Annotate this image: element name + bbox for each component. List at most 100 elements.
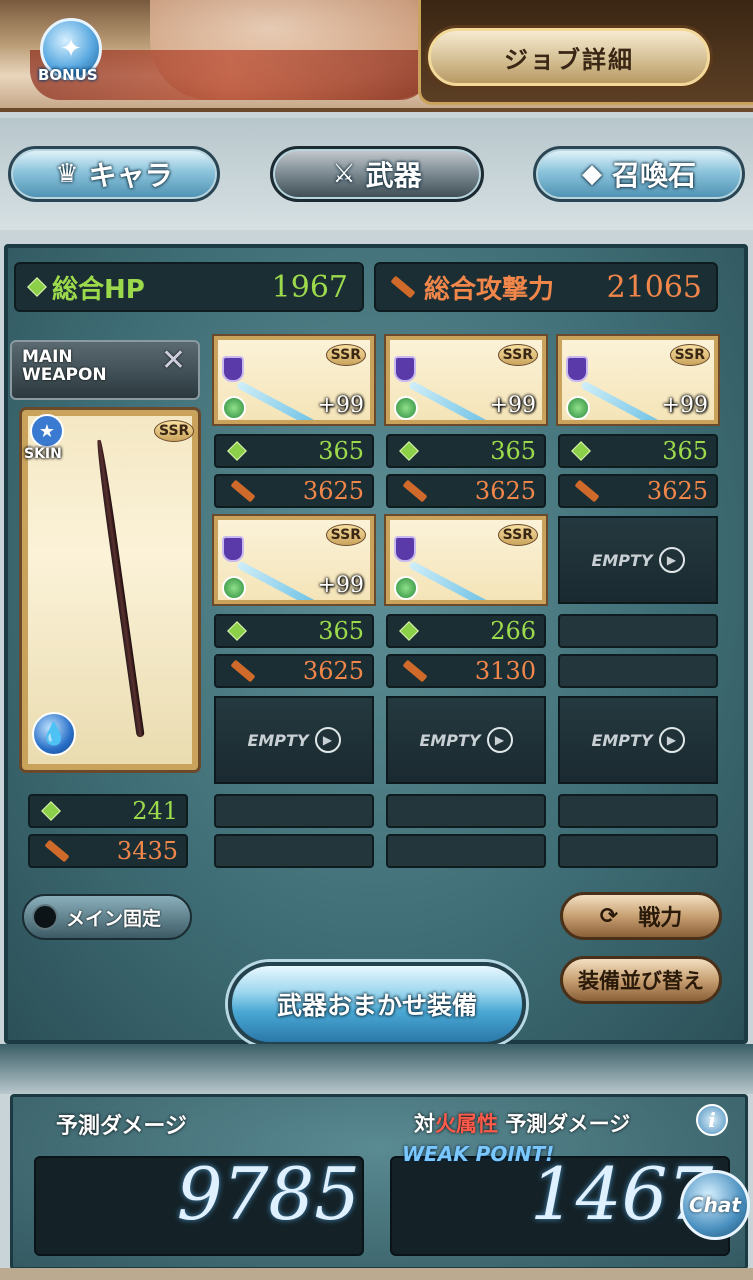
chat-button[interactable]: Chat (680, 1170, 750, 1240)
auto-equip-button[interactable]: 武器おまかせ装備 (228, 962, 526, 1046)
toggle-indicator (32, 904, 58, 930)
empty-label: EMPTY (247, 730, 309, 750)
rarity-badge: SSR (497, 524, 538, 546)
hp-gem-icon (227, 621, 247, 641)
empty-stat-row (386, 834, 546, 868)
main-weapon-hp-value: 241 (132, 797, 178, 825)
tab-summon[interactable]: ◆ 召喚石 (533, 146, 745, 202)
weapon-4-atk: 3625 (214, 654, 374, 688)
weapon-hp-value: 365 (490, 437, 536, 465)
power-label: 戦力 (638, 906, 683, 931)
info-icon[interactable]: i (696, 1104, 728, 1136)
tab-summon-label: 召喚石 (611, 159, 696, 192)
weapon-5-atk: 3130 (386, 654, 546, 688)
weapon-plus-level: +99 (317, 393, 364, 418)
atk-sword-icon (390, 275, 416, 299)
weapon-card-1[interactable]: SSR +99 (214, 336, 374, 424)
wind-element-icon (394, 576, 418, 600)
hp-gem-icon (227, 441, 247, 461)
weapon-hp-value: 365 (318, 437, 364, 465)
atk-sword-icon (402, 659, 428, 683)
bottom-edge (0, 1268, 753, 1280)
empty-label: EMPTY (591, 730, 653, 750)
water-element-icon: 💧 (32, 712, 76, 756)
empty-stat-row (214, 834, 374, 868)
tab-character-label: キャラ (88, 159, 173, 192)
weapon-4-hp: 365 (214, 614, 374, 648)
tab-weapon-label: 武器 (365, 159, 422, 192)
shield-icon (394, 536, 416, 562)
tab-weapon[interactable]: ⚔ 武器 (270, 146, 484, 202)
main-weapon-atk-value: 3435 (116, 837, 178, 865)
weapon-3-atk: 3625 (558, 474, 718, 508)
empty-weapon-slot[interactable]: EMPTY ▶ (558, 696, 718, 784)
rarity-badge: SSR (154, 420, 195, 442)
atk-sword-icon (44, 839, 70, 863)
weapon-2-atk: 3625 (386, 474, 546, 508)
rarity-badge: SSR (325, 344, 366, 366)
play-icon: ▶ (314, 727, 341, 753)
weapon-card-5[interactable]: SSR (386, 516, 546, 604)
weapon-hp-value: 266 (490, 617, 536, 645)
star-icon[interactable]: ★ (30, 414, 64, 448)
weapon-plus-level: +99 (317, 573, 364, 598)
job-detail-button[interactable]: ジョブ詳細 (428, 28, 710, 86)
weapon-card-2[interactable]: SSR +99 (386, 336, 546, 424)
empty-stat-row (386, 794, 546, 828)
total-hp-label: 総合HP (52, 274, 145, 305)
empty-stat-row (558, 654, 718, 688)
hp-gem-icon (571, 441, 591, 461)
atk-sword-icon (230, 479, 256, 503)
empty-label: EMPTY (419, 730, 481, 750)
main-lock-label: メイン固定 (66, 907, 162, 930)
weapon-hp-value: 365 (318, 617, 364, 645)
weapon-hp-value: 365 (662, 437, 708, 465)
weapon-atk-value: 3625 (302, 477, 364, 505)
total-hp-bar: 総合HP 1967 (14, 262, 364, 312)
empty-weapon-slot[interactable]: EMPTY ▶ (386, 696, 546, 784)
weapon-atk-value: 3625 (474, 477, 536, 505)
weapon-atk-value: 3625 (302, 657, 364, 685)
rarity-badge: SSR (669, 344, 710, 366)
main-lock-toggle[interactable]: メイン固定 (22, 894, 192, 940)
tab-character[interactable]: ♛ キャラ (8, 146, 220, 202)
bonus-label: BONUS (38, 66, 98, 84)
weapon-card-4[interactable]: SSR +99 (214, 516, 374, 604)
weapon-1-atk: 3625 (214, 474, 374, 508)
atk-sword-icon (574, 479, 600, 503)
crossed-swords-icon: ⚔ (332, 159, 356, 189)
character-icon: ♛ (55, 159, 79, 189)
refresh-icon: ⟳ (599, 903, 619, 929)
power-button[interactable]: ⟳ 戦力 (560, 892, 722, 940)
shield-icon (566, 356, 588, 382)
empty-weapon-slot[interactable]: EMPTY ▶ (558, 516, 718, 604)
wind-element-icon (222, 396, 246, 420)
wind-element-icon (566, 396, 590, 420)
predicted-damage-value: 9785 (176, 1152, 360, 1236)
fire-attribute: 火属性 (435, 1112, 498, 1136)
predicted-damage-label: 予測ダメージ (56, 1114, 187, 1139)
crossed-weapons-icon: ✕ (160, 343, 186, 378)
empty-label: EMPTY (591, 550, 653, 570)
weapon-3-hp: 365 (558, 434, 718, 468)
empty-stat-row (558, 794, 718, 828)
play-icon: ▶ (658, 547, 685, 573)
weapon-plus-level: +99 (661, 393, 708, 418)
crystal-icon: ◆ (581, 159, 602, 189)
sort-equipment-button[interactable]: 装備並び替え (560, 956, 722, 1004)
rarity-badge: SSR (497, 344, 538, 366)
hp-gem-icon (399, 441, 419, 461)
weapon-card-3[interactable]: SSR +99 (558, 336, 718, 424)
total-atk-label: 総合攻撃力 (424, 274, 555, 305)
fire-prefix: 対 (414, 1112, 435, 1136)
atk-sword-icon (230, 659, 256, 683)
weapon-1-hp: 365 (214, 434, 374, 468)
play-icon: ▶ (486, 727, 513, 753)
total-atk-bar: 総合攻撃力 21065 (374, 262, 718, 312)
weapon-2-hp: 365 (386, 434, 546, 468)
empty-stat-row (214, 794, 374, 828)
empty-weapon-slot[interactable]: EMPTY ▶ (214, 696, 374, 784)
play-icon: ▶ (658, 727, 685, 753)
weapon-5-hp: 266 (386, 614, 546, 648)
hp-gem-icon (27, 277, 47, 297)
